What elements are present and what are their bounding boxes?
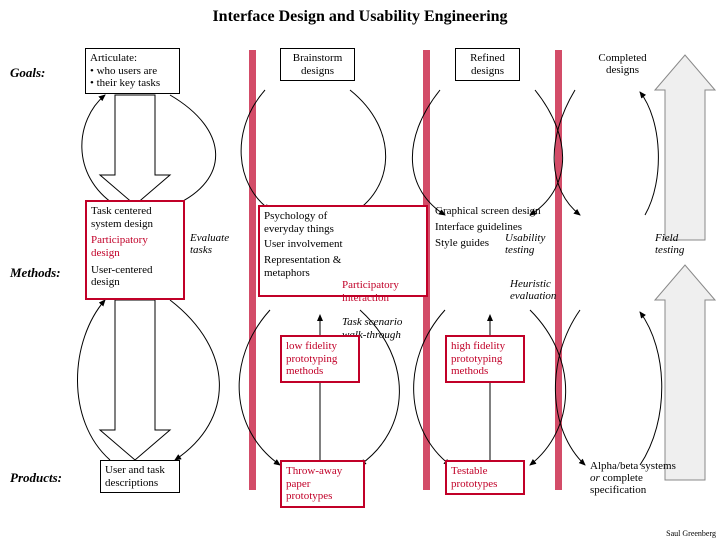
label-methods: Methods: (10, 265, 61, 281)
method-high-fidelity: high fidelity prototyping methods (445, 335, 525, 383)
text: systems (641, 460, 676, 472)
text: Testable prototypes (451, 465, 497, 490)
text: • their key tasks (90, 77, 175, 90)
product-testable: Testable prototypes (445, 460, 525, 495)
method-participatory-interaction: Participatory interaction (342, 279, 422, 304)
product-throwaway: Throw-away paper prototypes (280, 460, 365, 508)
methods-col1: Task centered system design Participator… (85, 200, 185, 300)
method-evaluate-tasks: Evaluate tasks (190, 232, 240, 256)
text: designs (285, 65, 350, 78)
text: low fidelity prototyping methods (286, 340, 337, 377)
text: Completed (585, 52, 660, 64)
product-alphabeta: Alpha/beta systems or complete specifica… (590, 460, 680, 496)
methods-col2: Psychology of everyday things User invol… (258, 205, 428, 297)
text: • who users are (90, 65, 175, 78)
method-graphical: Graphical screen design (435, 205, 555, 217)
text: Articulate: (90, 52, 175, 65)
page-title: Interface Design and Usability Engineeri… (0, 8, 720, 26)
method-representation: Representation & metaphors (264, 254, 344, 279)
text: designs (460, 65, 515, 78)
label-products: Products: (10, 470, 62, 486)
goal-completed: Completed designs (585, 52, 660, 76)
method-user-involvement: User involvement (264, 238, 344, 251)
text: Refined (460, 52, 515, 65)
product-user-task: User and task descriptions (100, 460, 180, 493)
text: designs (585, 64, 660, 76)
method-low-fidelity: low fidelity prototyping methods (280, 335, 360, 383)
goal-brainstorm: Brainstorm designs (280, 48, 355, 81)
method-task-centered: Task centered system design (91, 205, 179, 230)
text: User and task descriptions (105, 464, 165, 489)
label-goals: Goals: (10, 65, 45, 81)
text: Brainstorm (285, 52, 350, 65)
credit: Saul Greenberg (666, 529, 716, 538)
text: Alpha/beta (590, 460, 638, 472)
method-usability-testing: Usability testing (505, 232, 555, 256)
method-heuristic: Heuristic evaluation (510, 278, 570, 302)
text: high fidelity prototyping methods (451, 340, 505, 377)
text: Throw-away paper prototypes (286, 465, 342, 502)
text: specification (590, 484, 646, 496)
method-field-testing: Field testing (655, 232, 705, 256)
goal-refined: Refined designs (455, 48, 520, 81)
method-participatory-design: Participatory design (91, 234, 179, 259)
method-user-centered: User-centered design (91, 264, 179, 289)
method-psychology: Psychology of everyday things (264, 210, 344, 235)
text: complete (603, 472, 643, 484)
goal-articulate: Articulate: • who users are • their key … (85, 48, 180, 94)
text: or (590, 472, 600, 484)
